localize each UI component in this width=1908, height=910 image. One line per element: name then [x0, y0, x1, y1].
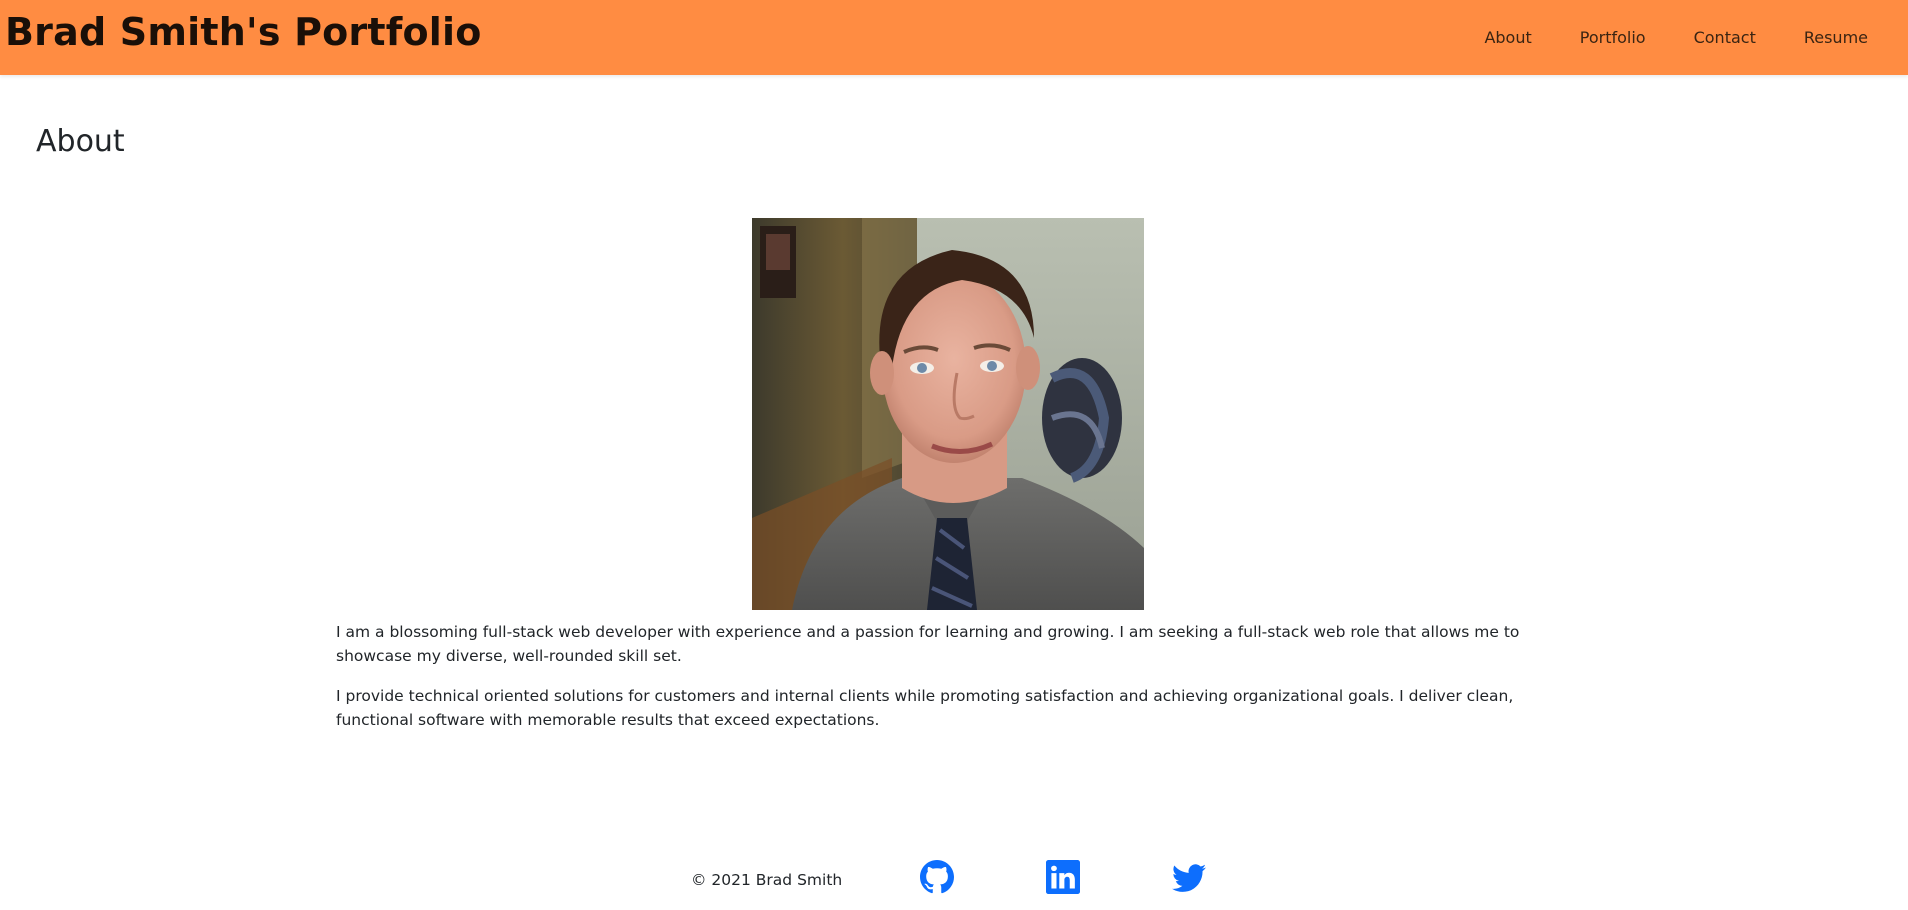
nav-link-about[interactable]: About: [1484, 28, 1531, 47]
bio-paragraph: I provide technical oriented solutions f…: [336, 687, 1514, 729]
copyright-text: © 2021 Brad Smith: [691, 871, 843, 889]
nav-link-contact[interactable]: Contact: [1694, 28, 1756, 47]
top-navbar: Brad Smith's Portfolio About Portfolio C…: [0, 0, 1908, 75]
twitter-icon[interactable]: [1172, 860, 1206, 894]
page-title: About: [36, 124, 125, 159]
nav-links: About Portfolio Contact Resume: [1484, 0, 1908, 75]
nav-link-portfolio[interactable]: Portfolio: [1580, 28, 1646, 47]
linkedin-icon[interactable]: [1046, 860, 1080, 894]
github-icon[interactable]: [920, 860, 954, 894]
nav-link-resume[interactable]: Resume: [1804, 28, 1868, 47]
footer: © 2021 Brad Smith: [0, 856, 1908, 902]
about-bio: I am a blossoming full-stack web develop…: [336, 620, 1556, 748]
site-brand[interactable]: Brad Smith's Portfolio: [5, 10, 482, 54]
bio-paragraph: I am a blossoming full-stack web develop…: [336, 623, 1520, 665]
profile-photo: [752, 218, 1144, 610]
